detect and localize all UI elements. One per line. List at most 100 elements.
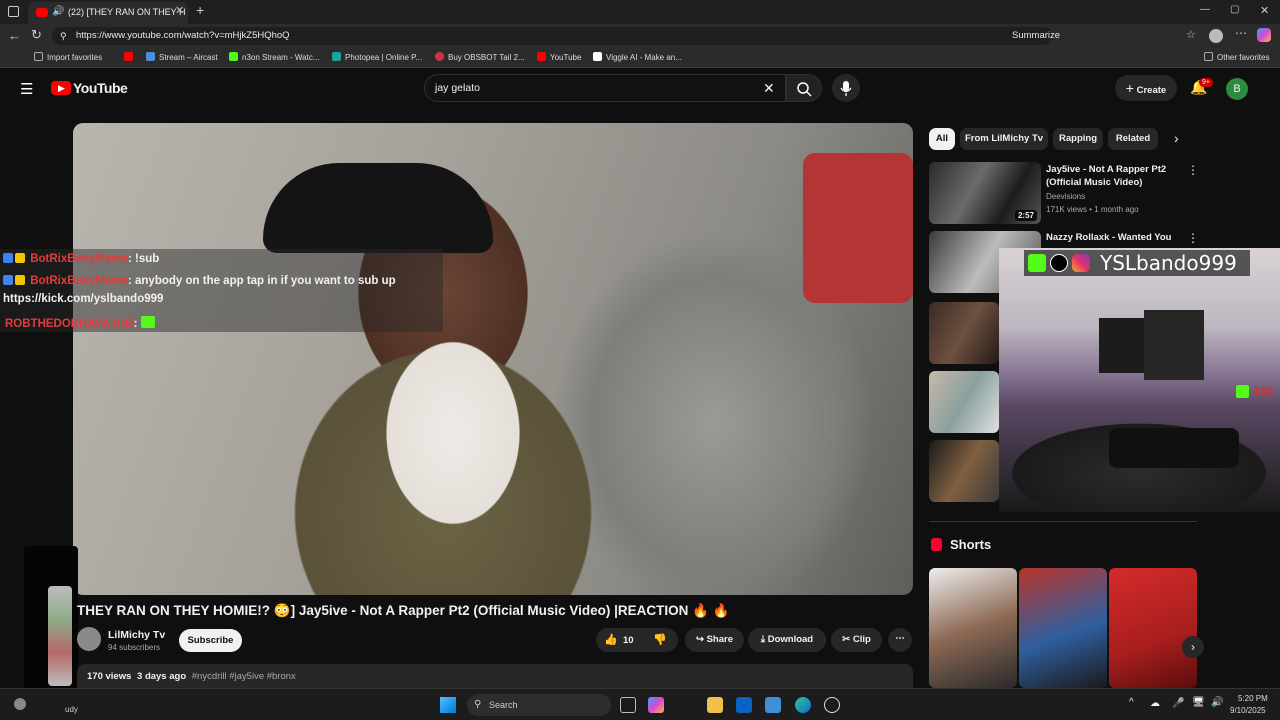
site-info-icon[interactable]: ⚲ — [60, 27, 67, 45]
aircast-icon — [146, 52, 155, 61]
copilot-app-icon[interactable] — [648, 697, 664, 713]
short-thumbnail[interactable] — [929, 568, 1017, 688]
short-thumbnail[interactable] — [1109, 568, 1197, 688]
video-player[interactable] — [73, 123, 913, 595]
tiktok-logo-icon — [1050, 254, 1068, 272]
favorite-viggle[interactable]: Viggle AI - Make an... — [593, 52, 682, 62]
favorite-n3on[interactable]: n3on Stream - Watc... — [229, 52, 320, 62]
summarize-button[interactable]: Summarize — [1012, 27, 1060, 45]
network-icon[interactable]: 🖥 — [1192, 697, 1205, 708]
chip-rapping[interactable]: Rapping — [1053, 128, 1103, 150]
favorite-photopea[interactable]: Photopea | Online P... — [332, 52, 422, 62]
poster-decor — [1099, 318, 1144, 373]
start-button-icon[interactable] — [440, 697, 456, 713]
create-button[interactable]: + Create — [1115, 75, 1177, 101]
taskbar-search[interactable]: ⚲ Search — [467, 694, 611, 716]
youtube-logo-text: YouTube — [73, 80, 128, 96]
related-channel[interactable]: Deevisions — [1046, 192, 1085, 201]
more-menu-icon[interactable]: ⋯ — [1235, 26, 1247, 40]
chat-line: BotRixBabyMama: !sub — [3, 253, 159, 265]
tab-actions-icon[interactable] — [8, 6, 19, 17]
clear-search-icon[interactable]: ✕ — [763, 75, 775, 101]
channel-avatar[interactable] — [77, 627, 101, 651]
minimize-icon[interactable]: — — [1200, 4, 1210, 15]
favorite-import[interactable]: Import favorites — [34, 52, 102, 62]
tab-close-icon[interactable]: ✕ — [175, 4, 184, 17]
kick-logo-icon — [1028, 254, 1046, 272]
like-icon[interactable]: 👍 — [604, 633, 618, 646]
browser-tab[interactable]: 🔊 (22) [THEY RAN ON THEY H — [28, 2, 188, 24]
shorts-next-button[interactable]: › — [1182, 636, 1204, 658]
clock-date[interactable]: 9/10/2025 — [1230, 706, 1266, 715]
copilot-icon[interactable] — [1257, 28, 1271, 42]
chat-line: BotRixBabyMama: anybody on the app tap i… — [3, 275, 396, 287]
outlook-icon[interactable] — [736, 697, 752, 713]
related-title[interactable]: Jay5ive - Not A Rapper Pt2 (Official Mus… — [1046, 163, 1181, 189]
maximize-icon[interactable]: ▢ — [1230, 4, 1239, 15]
more-actions-button[interactable]: ⋯ — [888, 628, 912, 652]
bot-badge-icon — [3, 275, 13, 285]
folder-icon — [34, 52, 43, 61]
hashtags[interactable]: #nycdrill #jay5ive #bronx — [192, 671, 296, 682]
short-thumbnail[interactable] — [1019, 568, 1107, 688]
chip-all[interactable]: All — [929, 128, 955, 150]
mic-tray-icon[interactable]: 🎤 — [1172, 698, 1184, 709]
volume-icon[interactable]: 🔊 — [1211, 697, 1223, 708]
search-button[interactable] — [786, 74, 822, 102]
refresh-icon[interactable]: ↻ — [31, 27, 42, 43]
photos-icon[interactable] — [765, 697, 781, 713]
url-field[interactable]: ⚲ https://www.youtube.com/watch?v=mHjkZ5… — [52, 27, 1060, 45]
speaker-icon[interactable]: 🔊 — [52, 2, 64, 22]
favorites-icon[interactable]: ☆ — [1186, 28, 1196, 41]
other-favorites[interactable]: Other favorites — [1204, 52, 1269, 62]
chip-from-channel[interactable]: From LilMichy Tv — [960, 128, 1048, 150]
onedrive-icon[interactable]: ☁ — [1150, 698, 1160, 709]
shoebox-decor — [803, 153, 913, 303]
youtube-play-icon: ▶ — [58, 83, 65, 93]
voice-search-button[interactable] — [832, 74, 860, 102]
account-avatar[interactable]: B — [1226, 78, 1248, 100]
related-title[interactable]: Nazzy Rollaxk - Wanted You — [1046, 231, 1181, 244]
youtube-icon — [124, 52, 133, 61]
clip-button[interactable]: ✂ Clip — [831, 628, 882, 652]
close-window-icon[interactable]: ✕ — [1260, 4, 1269, 17]
favorite-youtube-icon-only[interactable] — [124, 52, 137, 62]
subscribe-button[interactable]: Subscribe — [179, 629, 242, 652]
scissors-icon: ✂ — [842, 634, 853, 645]
upload-age: 3 days ago — [137, 671, 187, 682]
duration-badge: 2:57 — [1014, 210, 1037, 221]
favorite-obsbot[interactable]: Buy OBSBOT Tail 2... — [435, 52, 525, 62]
related-thumbnail[interactable] — [929, 440, 999, 502]
clock-time[interactable]: 5:20 PM — [1238, 694, 1268, 703]
chip-related[interactable]: Related — [1108, 128, 1158, 150]
back-icon[interactable]: ← — [8, 28, 21, 43]
kebab-menu-icon[interactable]: ⋮ — [1187, 231, 1199, 245]
search-value: jay gelato — [435, 82, 480, 94]
tray-chevron-icon[interactable]: ^ — [1129, 697, 1134, 708]
hamburger-menu-icon[interactable]: ☰ — [20, 80, 33, 98]
search-input[interactable]: jay gelato ✕ — [424, 74, 786, 102]
chevron-right-icon[interactable]: › — [1174, 130, 1179, 146]
edge-icon[interactable] — [795, 697, 811, 713]
related-thumbnail[interactable] — [929, 371, 999, 433]
task-view-icon[interactable] — [620, 697, 636, 713]
kebab-menu-icon[interactable]: ⋮ — [1187, 163, 1199, 177]
chat-message: : !sub — [127, 253, 160, 265]
favorite-youtube[interactable]: YouTube — [537, 52, 581, 62]
windows-taskbar: udy ⚲ Search ^ ☁ 🎤 🖥 🔊 5:20 PM 9/10/2025 — [0, 688, 1280, 720]
profile-icon[interactable] — [1209, 29, 1223, 43]
file-explorer-icon[interactable] — [707, 697, 723, 713]
share-button[interactable]: ↪ Share — [685, 628, 744, 652]
chatgpt-icon[interactable] — [824, 697, 840, 713]
view-count: 170 views — [87, 671, 132, 682]
related-thumbnail[interactable]: 2:57 — [929, 162, 1041, 224]
favorite-aircast[interactable]: Stream – Aircast — [146, 52, 218, 62]
weather-icon[interactable] — [14, 698, 26, 710]
obsbot-icon — [435, 52, 444, 61]
channel-name[interactable]: LilMichy Tv — [108, 629, 165, 641]
related-thumbnail[interactable] — [929, 302, 999, 364]
new-tab-icon[interactable]: + — [196, 2, 204, 18]
chat-username: BotRixBabyMama — [30, 253, 128, 265]
dislike-icon[interactable]: 👎 — [653, 633, 667, 646]
download-button[interactable]: ⤓ Download — [748, 628, 826, 652]
